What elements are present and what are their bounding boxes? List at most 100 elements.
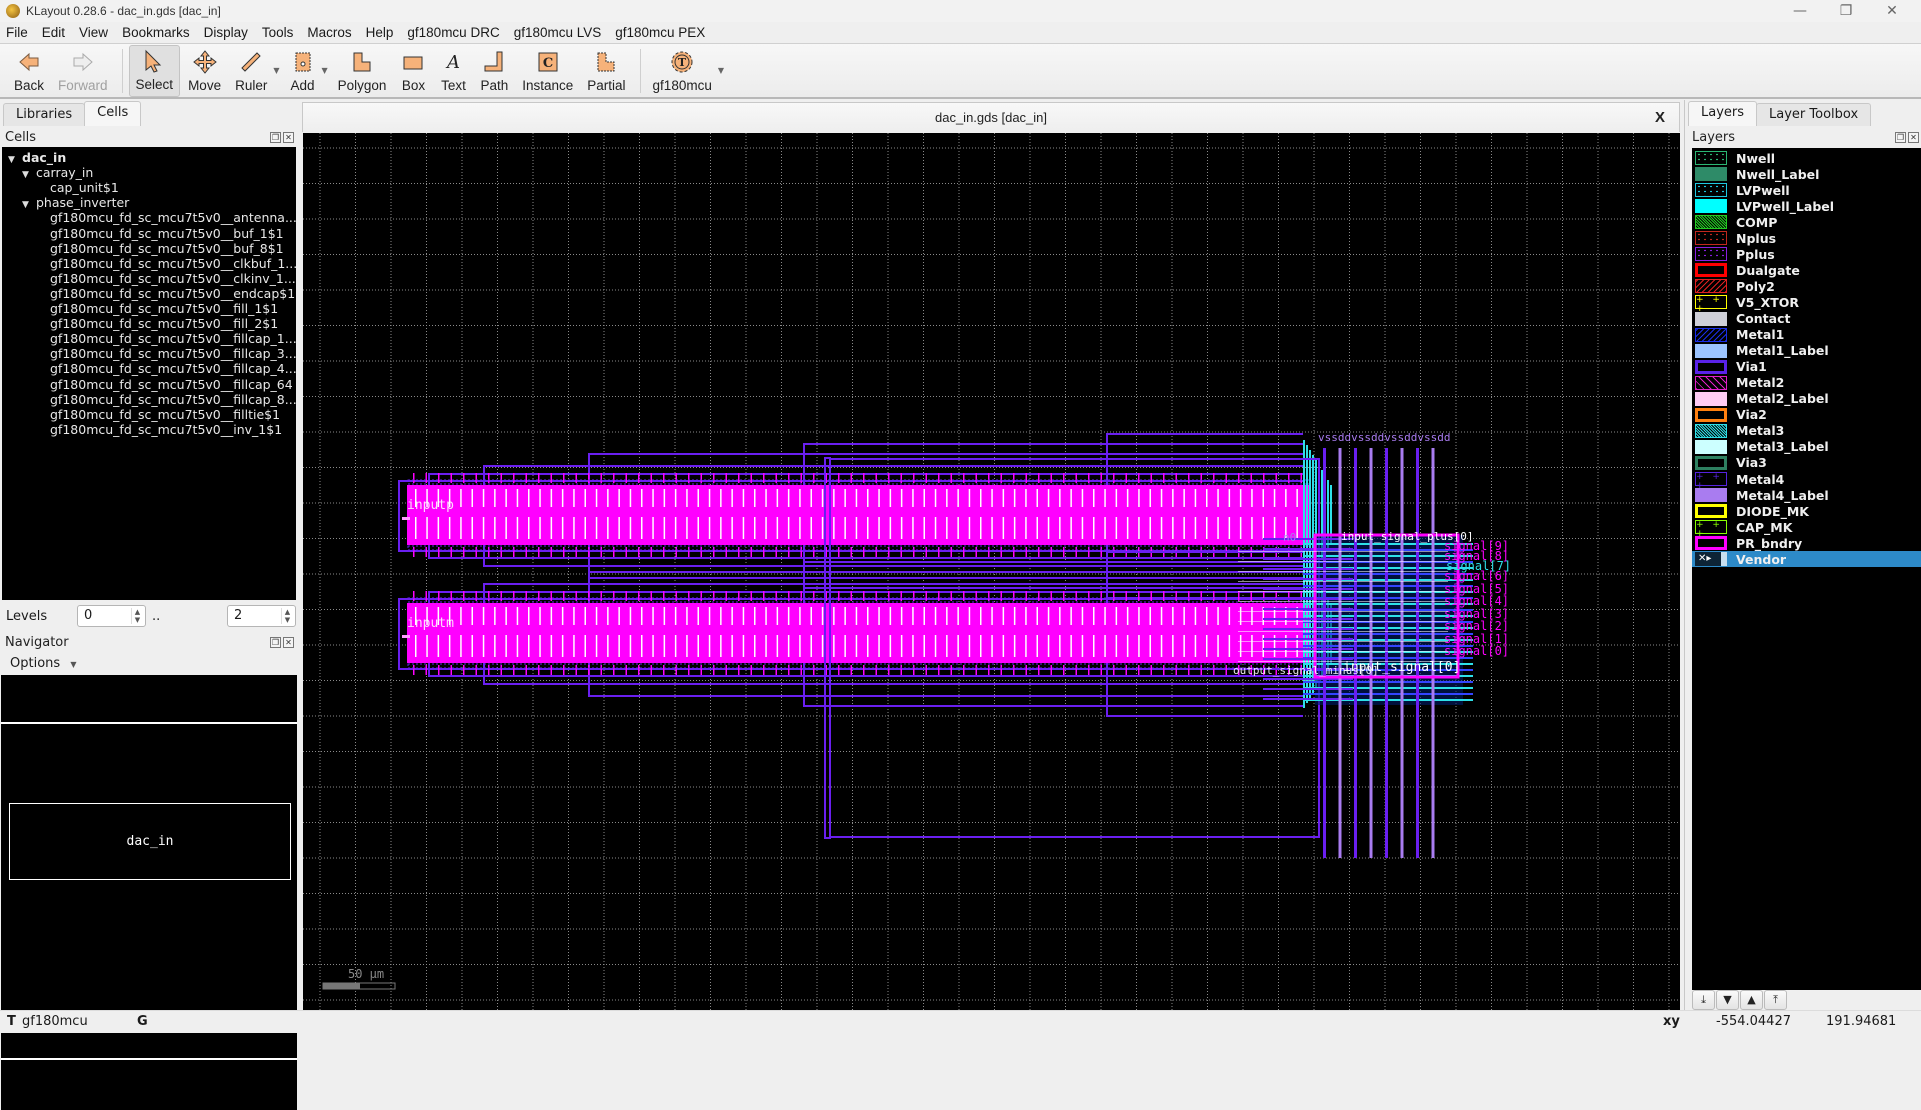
layer-swatch-icon[interactable] (1695, 343, 1727, 358)
move-button[interactable]: Move (182, 45, 227, 97)
layer-swatch-icon[interactable] (1695, 439, 1727, 454)
cell-tree-item[interactable]: gf180mcu_fd_sc_mcu7t5v0__fillcap_8... (36, 392, 296, 407)
layer-swatch-icon[interactable] (1695, 504, 1727, 519)
menu-edit[interactable]: Edit (42, 25, 65, 40)
cell-tree-item[interactable]: gf180mcu_fd_sc_mcu7t5v0__clkinv_1... (36, 271, 296, 286)
layer-swatch-icon[interactable] (1695, 215, 1727, 230)
layer-item[interactable]: Via2 (1692, 407, 1921, 423)
layer-item[interactable]: PR_bndry (1692, 535, 1921, 551)
box-button[interactable]: Box (394, 45, 432, 97)
menu-lvs[interactable]: gf180mcu LVS (514, 25, 602, 40)
close-view-button[interactable]: X (1655, 103, 1665, 133)
expand-arrow-icon[interactable]: ▼ (8, 153, 22, 168)
layer-swatch-icon[interactable] (1695, 263, 1727, 278)
level-to-spinbox[interactable]: 2 ▲ ▼ (227, 605, 296, 627)
move-layer-up-button[interactable]: ▲ (1740, 990, 1763, 1010)
instance-button[interactable]: C Instance (516, 45, 579, 97)
menu-macros[interactable]: Macros (307, 25, 351, 40)
cell-tree-item[interactable]: gf180mcu_fd_sc_mcu7t5v0__clkbuf_1... (36, 256, 296, 271)
layer-swatch-icon[interactable] (1695, 311, 1727, 326)
layer-swatch-icon[interactable] (1695, 423, 1727, 438)
tab-layer-toolbox[interactable]: Layer Toolbox (1756, 103, 1872, 126)
path-button[interactable]: Path (474, 45, 514, 97)
add-dropdown-icon[interactable]: ▼ (322, 66, 328, 75)
menu-bookmarks[interactable]: Bookmarks (122, 25, 190, 40)
layer-item[interactable]: Metal2_Label (1692, 391, 1921, 407)
maximize-button[interactable]: ❐ (1823, 0, 1869, 22)
layer-swatch-icon[interactable] (1695, 455, 1727, 470)
cell-tree-item[interactable]: gf180mcu_fd_sc_mcu7t5v0__fillcap_4... (36, 361, 296, 376)
layer-swatch-icon[interactable]: ✕▸ (1695, 552, 1727, 567)
select-button[interactable]: Select (128, 45, 181, 97)
tab-libraries[interactable]: Libraries (3, 103, 86, 126)
navigator-canvas[interactable]: dac_in (1, 675, 297, 1110)
layer-swatch-icon[interactable] (1695, 247, 1727, 262)
cell-tree-item[interactable]: gf180mcu_fd_sc_mcu7t5v0__antenna... (36, 210, 296, 225)
layout-canvas[interactable]: inputp inputm vssddvssddvssddvssdd n0 input_… (303, 133, 1680, 1010)
spin-arrows-icon[interactable]: ▲ ▼ (131, 608, 143, 624)
menu-display[interactable]: Display (204, 25, 248, 40)
layer-item[interactable]: Metal1 (1692, 327, 1921, 343)
layer-item[interactable]: + + + CAP_MK (1692, 519, 1921, 539)
cell-tree-item[interactable]: gf180mcu_fd_sc_mcu7t5v0__inv_1$1 (36, 422, 282, 437)
layer-item[interactable]: Nplus (1692, 230, 1921, 246)
layer-item[interactable]: DIODE_MK (1692, 503, 1921, 519)
layer-item[interactable]: Metal4_Label (1692, 487, 1921, 503)
move-layer-down-button[interactable]: ▼ (1716, 990, 1739, 1010)
layer-swatch-icon[interactable] (1695, 488, 1727, 503)
ruler-button[interactable]: Ruler (229, 45, 273, 97)
add-button[interactable]: Add (284, 45, 322, 97)
move-layer-bottom-button[interactable]: ⤓ (1692, 990, 1715, 1010)
cell-tree-item[interactable]: gf180mcu_fd_sc_mcu7t5v0__endcap$1 (36, 286, 295, 301)
layer-swatch-icon[interactable] (1695, 199, 1727, 214)
tech-dropdown-icon[interactable]: ▼ (718, 66, 724, 75)
forward-button[interactable]: Forward (52, 45, 114, 97)
layer-item[interactable]: Nwell_Label (1692, 166, 1921, 182)
cell-tree-item[interactable]: gf180mcu_fd_sc_mcu7t5v0__fillcap_3... (36, 346, 296, 361)
layer-swatch-icon[interactable] (1695, 151, 1727, 165)
close-dock-icon[interactable]: ✕ (283, 637, 294, 648)
layer-swatch-icon[interactable] (1695, 231, 1727, 246)
menu-view[interactable]: View (79, 25, 108, 40)
layer-swatch-icon[interactable]: + + + (1695, 520, 1727, 539)
layer-list[interactable]: Nwell Nwell_Label LVPwell LVPwell_Label COMP… (1692, 148, 1921, 990)
layer-item[interactable]: Metal2 (1692, 375, 1921, 391)
layer-swatch-icon[interactable] (1695, 536, 1727, 551)
cell-tree-item[interactable]: gf180mcu_fd_sc_mcu7t5v0__buf_8$1 (36, 241, 284, 256)
layer-item[interactable]: LVPwell_Label (1692, 198, 1921, 214)
layer-swatch-icon[interactable] (1695, 375, 1727, 390)
back-button[interactable]: Back (8, 45, 50, 97)
float-dock-icon[interactable]: ❐ (1895, 132, 1906, 143)
level-from-spinbox[interactable]: 0 ▲ ▼ (77, 605, 146, 627)
layer-item[interactable]: Pplus (1692, 246, 1921, 262)
layer-item[interactable]: Via3 (1692, 455, 1921, 471)
close-dock-icon[interactable]: ✕ (283, 132, 294, 143)
cell-tree-item[interactable]: cap_unit$1 (36, 180, 119, 195)
cell-tree-item[interactable]: gf180mcu_fd_sc_mcu7t5v0__fill_1$1 (36, 301, 278, 316)
navigator-options-button[interactable]: Options ▼ (10, 656, 76, 671)
cell-tree-item[interactable]: gf180mcu_fd_sc_mcu7t5v0__buf_1$1 (36, 226, 284, 241)
cell-tree-item[interactable]: gf180mcu_fd_sc_mcu7t5v0__filltie$1 (36, 407, 280, 422)
minimize-button[interactable]: — (1777, 0, 1823, 22)
layer-item[interactable]: + + + Metal4 (1692, 471, 1921, 491)
layer-swatch-icon[interactable]: + + + (1695, 295, 1727, 314)
layer-item[interactable]: Poly2 (1692, 278, 1921, 294)
cell-tree-item[interactable]: gf180mcu_fd_sc_mcu7t5v0__fill_2$1 (36, 316, 278, 331)
layer-swatch-icon[interactable]: + + + (1695, 472, 1727, 491)
layer-swatch-icon[interactable] (1695, 167, 1727, 182)
menu-help[interactable]: Help (366, 25, 394, 40)
expand-arrow-icon[interactable]: ▼ (22, 168, 36, 183)
tech-macro-button[interactable]: T gf180mcu (647, 45, 718, 97)
expand-arrow-icon[interactable]: ▼ (22, 198, 36, 213)
menu-file[interactable]: File (6, 25, 28, 40)
polygon-button[interactable]: Polygon (332, 45, 393, 97)
layer-item[interactable]: Via1 (1692, 359, 1921, 375)
close-window-button[interactable]: ✕ (1869, 0, 1915, 22)
layer-item[interactable]: Contact (1692, 311, 1921, 327)
layer-item[interactable]: + + + V5_XTOR (1692, 294, 1921, 314)
menu-pex[interactable]: gf180mcu PEX (615, 25, 705, 40)
cell-tree-item[interactable]: gf180mcu_fd_sc_mcu7t5v0__fillcap_64 (36, 377, 293, 392)
layer-swatch-icon[interactable] (1695, 279, 1727, 294)
close-dock-icon[interactable]: ✕ (1908, 132, 1919, 143)
menu-tools[interactable]: Tools (262, 25, 294, 40)
